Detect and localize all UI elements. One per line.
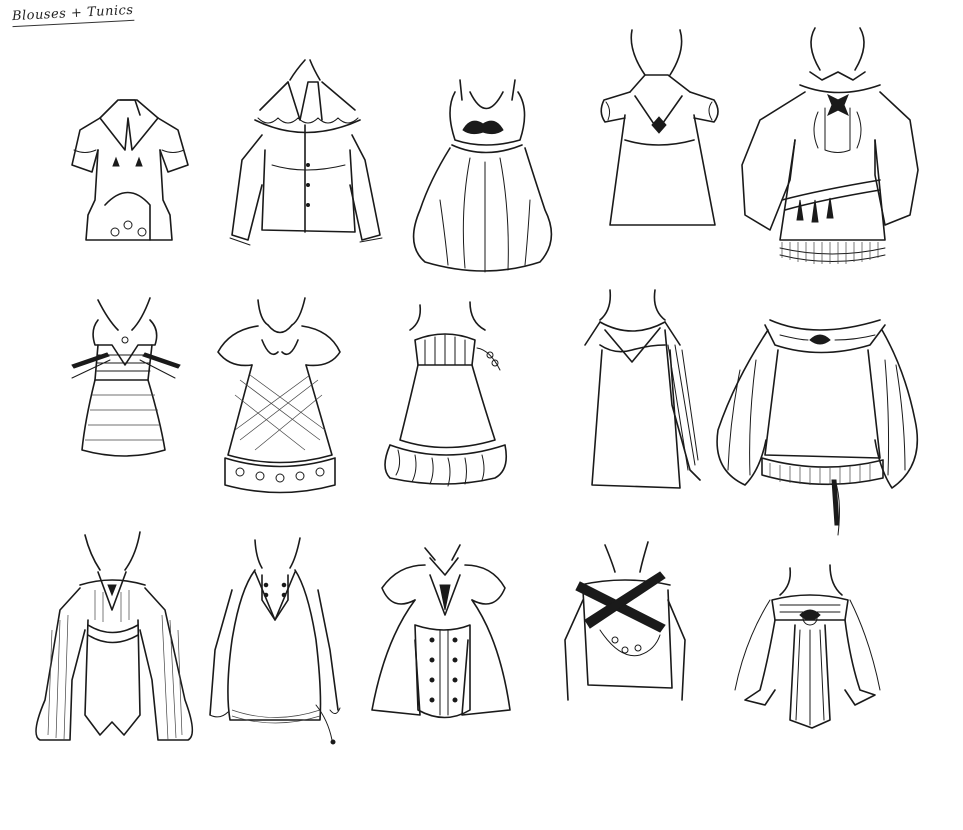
sketch-cropped-sash-top bbox=[564, 541, 686, 701]
sketch-blouse-collar-short-sleeve bbox=[71, 99, 189, 241]
sketch-sweater-tunic bbox=[741, 27, 919, 264]
sketch-lace-flutter-dress bbox=[217, 297, 341, 494]
sketch-corset-cravat-blouse bbox=[371, 544, 511, 719]
sketch-studded-vest bbox=[209, 537, 341, 745]
sketch-canvas bbox=[35, 27, 919, 745]
sketch-strapless-bow-tunic bbox=[734, 564, 881, 729]
sketch-draped-tunic bbox=[584, 289, 701, 489]
sketch-sailor-puff-blouse bbox=[600, 29, 719, 226]
sketch-off-shoulder-tunic bbox=[716, 319, 919, 536]
sketch-blouse-ruffle-yoke bbox=[229, 59, 383, 246]
sketch-halter-bubble-dress bbox=[412, 79, 553, 273]
sketch-strapless-ruffle-dress bbox=[384, 301, 508, 487]
sketch-striped-blouse bbox=[35, 531, 194, 741]
sketch-smocked-camisole bbox=[71, 297, 181, 457]
sketch-sheet: Blouses + Tunics bbox=[0, 0, 963, 830]
